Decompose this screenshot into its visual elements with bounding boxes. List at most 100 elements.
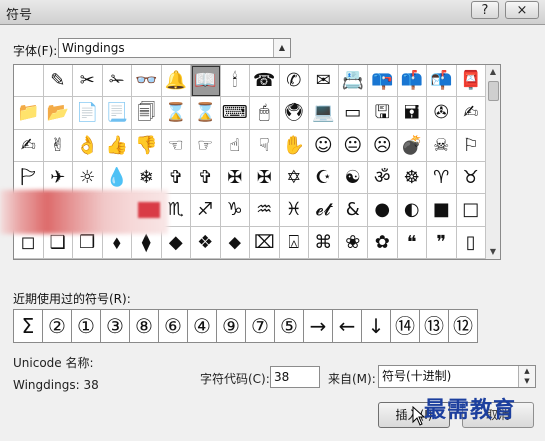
- symbol-grid-scrollbar[interactable]: ▲ ▼: [485, 65, 500, 259]
- symbol-cell[interactable]: 🖱: [250, 97, 280, 130]
- symbol-cell[interactable]: ❞: [427, 226, 457, 259]
- symbol-cell[interactable]: ♓: [279, 194, 309, 227]
- close-button[interactable]: ×: [505, 1, 539, 19]
- symbol-cell[interactable]: ☸: [397, 161, 427, 195]
- symbol-cell[interactable]: ☝: [220, 129, 250, 162]
- recent-symbol-cell[interactable]: ⑭: [390, 309, 420, 343]
- symbol-cell[interactable]: ✿: [368, 226, 398, 259]
- font-select[interactable]: Wingdings ▲: [58, 38, 291, 58]
- symbol-cell[interactable]: 👌: [73, 129, 103, 162]
- symbol-cell[interactable]: ▯: [456, 226, 486, 259]
- symbol-cell[interactable]: ❖: [191, 226, 221, 259]
- symbol-cell[interactable]: ✂: [73, 65, 103, 98]
- symbol-cell[interactable]: 👎: [132, 129, 162, 162]
- symbol-cell[interactable]: ❝: [397, 226, 427, 259]
- symbol-cell[interactable]: 📁: [14, 97, 44, 130]
- symbol-cell[interactable]: ☠: [427, 129, 457, 162]
- help-button[interactable]: ?: [471, 1, 499, 19]
- symbol-cell[interactable]: ●: [368, 194, 398, 227]
- recent-symbol-cell[interactable]: ←: [332, 309, 362, 343]
- symbol-cell[interactable]: ⌘: [309, 226, 339, 259]
- symbol-cell[interactable]: ◐: [397, 194, 427, 227]
- symbol-cell[interactable]: ☺: [309, 129, 339, 162]
- symbol-cell[interactable]: □: [456, 194, 486, 227]
- symbol-cell[interactable]: 📄: [73, 97, 103, 130]
- symbol-cell[interactable]: 💣: [397, 129, 427, 162]
- recent-symbol-cell[interactable]: ⑨: [216, 309, 246, 343]
- recent-symbol-cell[interactable]: →: [303, 309, 333, 343]
- symbol-cell[interactable]: ✉: [309, 65, 339, 98]
- recent-symbol-cell[interactable]: ②: [42, 309, 72, 343]
- symbol-cell[interactable]: ☪: [309, 161, 339, 195]
- symbol-cell[interactable]: ☟: [250, 129, 280, 162]
- symbol-cell[interactable]: ✍: [14, 129, 44, 162]
- symbol-cell[interactable]: ✠: [220, 161, 250, 195]
- symbol-cell[interactable]: 👓: [132, 65, 162, 98]
- symbol-cell[interactable]: ♒: [250, 194, 280, 227]
- symbol-cell[interactable]: [14, 65, 44, 98]
- symbol-cell[interactable]: ☯: [338, 161, 368, 195]
- symbol-cell[interactable]: 📫: [397, 65, 427, 98]
- recent-symbol-cell[interactable]: ⑥: [158, 309, 188, 343]
- char-code-input[interactable]: 38: [270, 366, 320, 388]
- symbol-cell[interactable]: ⚐: [456, 129, 486, 162]
- symbol-cell[interactable]: &: [338, 194, 368, 227]
- recent-symbol-cell[interactable]: ⑫: [448, 309, 478, 343]
- recent-symbol-cell[interactable]: ③: [100, 309, 130, 343]
- symbol-cell[interactable]: ♉: [456, 161, 486, 195]
- symbol-cell[interactable]: 🔔: [161, 65, 191, 98]
- recent-symbol-cell[interactable]: Σ: [13, 309, 43, 343]
- scroll-up-icon[interactable]: ▲: [486, 65, 500, 79]
- symbol-cell[interactable]: 🖬: [397, 97, 427, 130]
- symbol-cell[interactable]: ⍓: [279, 226, 309, 259]
- symbol-cell[interactable]: ♈: [427, 161, 457, 195]
- symbol-cell[interactable]: ✋: [279, 129, 309, 162]
- symbol-cell[interactable]: ✆: [279, 65, 309, 98]
- recent-symbol-cell[interactable]: ⑧: [129, 309, 159, 343]
- symbol-cell[interactable]: ✇: [427, 97, 457, 130]
- symbol-cell[interactable]: ☹: [368, 129, 398, 162]
- dropdown-arrow-icon[interactable]: ▲: [273, 39, 290, 57]
- symbol-cell[interactable]: ✎: [43, 65, 73, 98]
- symbol-cell[interactable]: 🕯: [220, 65, 250, 98]
- symbol-cell[interactable]: ☎: [250, 65, 280, 98]
- symbol-cell[interactable]: 📖: [191, 65, 221, 98]
- recent-symbol-cell[interactable]: ⑤: [274, 309, 304, 343]
- symbol-cell[interactable]: 👍: [102, 129, 132, 162]
- symbol-cell[interactable]: ✞: [191, 161, 221, 195]
- spin-arrows-icon[interactable]: ▲ ▼: [518, 366, 535, 387]
- symbol-cell[interactable]: ⌧: [250, 226, 280, 259]
- symbol-cell[interactable]: ⌨: [220, 97, 250, 130]
- symbol-cell[interactable]: ✌: [43, 129, 73, 162]
- symbol-cell[interactable]: ❀: [338, 226, 368, 259]
- symbol-cell[interactable]: 𝓮𝓽: [309, 194, 339, 227]
- recent-symbol-cell[interactable]: ↓: [361, 309, 391, 343]
- symbol-cell[interactable]: 📮: [456, 65, 486, 98]
- recent-symbol-cell[interactable]: ⑦: [245, 309, 275, 343]
- symbol-cell[interactable]: ✍: [456, 97, 486, 130]
- symbol-cell[interactable]: 💻: [309, 97, 339, 130]
- symbol-cell[interactable]: 📇: [338, 65, 368, 98]
- symbol-cell[interactable]: ⬥: [220, 226, 250, 259]
- symbol-cell[interactable]: 📪: [368, 65, 398, 98]
- symbol-cell[interactable]: 📃: [102, 97, 132, 130]
- symbol-cell[interactable]: ♐: [191, 194, 221, 227]
- symbol-cell[interactable]: ▭: [338, 97, 368, 130]
- symbol-cell[interactable]: 🖲: [279, 97, 309, 130]
- symbol-cell[interactable]: ⌛: [191, 97, 221, 130]
- recent-symbol-cell[interactable]: ④: [187, 309, 217, 343]
- symbol-cell[interactable]: 📬: [427, 65, 457, 98]
- symbol-cell[interactable]: ☜: [161, 129, 191, 162]
- symbol-cell[interactable]: 🗐: [132, 97, 162, 130]
- from-select[interactable]: 符号(十进制) ▲ ▼: [378, 365, 536, 388]
- symbol-cell[interactable]: ☞: [191, 129, 221, 162]
- symbol-cell[interactable]: 📂: [43, 97, 73, 130]
- symbol-cell[interactable]: ♑: [220, 194, 250, 227]
- symbol-cell[interactable]: ✡: [279, 161, 309, 195]
- scroll-down-icon[interactable]: ▼: [486, 245, 500, 259]
- recent-symbol-cell[interactable]: ⑬: [419, 309, 449, 343]
- symbol-cell[interactable]: ⌛: [161, 97, 191, 130]
- recent-symbol-cell[interactable]: ①: [71, 309, 101, 343]
- symbol-cell[interactable]: ✁: [102, 65, 132, 98]
- symbol-cell[interactable]: ✠: [250, 161, 280, 195]
